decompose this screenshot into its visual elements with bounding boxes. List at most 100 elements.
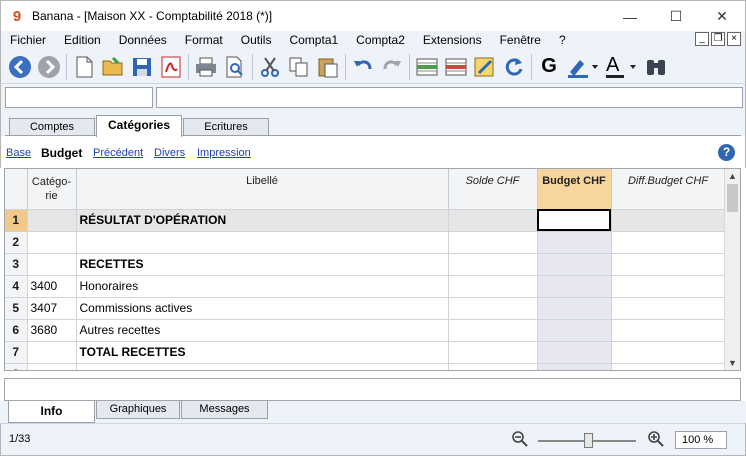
menu-compta1[interactable]: Compta1 [280, 31, 347, 50]
open-folder-icon[interactable] [100, 54, 126, 80]
close-button[interactable]: ✕ [699, 1, 745, 32]
column-header-solde[interactable]: Solde CHF [448, 169, 538, 210]
view-precedent[interactable]: Précédent [93, 147, 143, 159]
zoom-in-icon[interactable] [647, 430, 665, 451]
cell-libelle[interactable]: Honoraires [76, 275, 449, 298]
font-color-icon[interactable]: A [604, 54, 640, 80]
cell-diff-budget[interactable] [611, 297, 726, 320]
menu-fichier[interactable]: Fichier [1, 31, 55, 50]
cell-diff-budget[interactable] [611, 275, 726, 298]
view-budget[interactable]: Budget [41, 146, 82, 160]
cell-solde[interactable] [448, 319, 538, 342]
column-header-categorie[interactable]: Catégo-rie [27, 169, 77, 210]
tab-categories[interactable]: Catégories [96, 115, 182, 137]
cell-diff-budget[interactable] [611, 319, 726, 342]
cell-solde[interactable] [448, 253, 538, 276]
undo-icon[interactable] [350, 54, 376, 80]
cell-diff-budget[interactable] [611, 341, 726, 364]
cell-budget[interactable] [537, 319, 612, 342]
cell-budget-selected[interactable] [537, 209, 612, 232]
cell-categorie[interactable] [27, 253, 77, 276]
save-icon[interactable] [129, 54, 155, 80]
menu-outils[interactable]: Outils [232, 31, 281, 50]
cell-budget[interactable] [537, 231, 612, 254]
binoculars-icon[interactable] [643, 54, 669, 80]
cut-icon[interactable] [257, 54, 283, 80]
cell-diff-budget[interactable] [611, 253, 726, 276]
delete-rows-icon[interactable] [443, 54, 469, 80]
cell-budget[interactable] [537, 297, 612, 320]
cell-diff-budget[interactable] [611, 363, 726, 370]
bold-icon[interactable]: G [536, 54, 562, 80]
cell-diff-budget[interactable] [611, 209, 726, 232]
cell-libelle[interactable] [76, 231, 449, 254]
back-icon[interactable] [7, 54, 33, 80]
cell-categorie[interactable]: 3407 [27, 297, 77, 320]
tab-graphiques[interactable]: Graphiques [96, 401, 180, 419]
paste-icon[interactable] [315, 54, 341, 80]
mdi-restore-button[interactable]: ❐ [711, 32, 725, 46]
cell-budget[interactable] [537, 275, 612, 298]
record-icon[interactable] [472, 54, 498, 80]
cell-categorie[interactable] [27, 363, 77, 370]
menu-format[interactable]: Format [176, 31, 232, 50]
maximize-button[interactable]: ☐ [653, 1, 699, 32]
column-header-libelle[interactable]: Libellé [76, 169, 449, 210]
zoom-slider-thumb[interactable] [584, 433, 593, 448]
column-header-diff-budget[interactable]: Diff.Budget CHF [611, 169, 726, 210]
pdf-icon[interactable] [158, 54, 184, 80]
tab-ecritures[interactable]: Ecritures [183, 118, 269, 136]
scroll-up-icon[interactable]: ▲ [728, 171, 737, 181]
print-preview-icon[interactable] [222, 54, 248, 80]
tab-messages[interactable]: Messages [181, 401, 268, 419]
menu-fenetre[interactable]: Fenêtre [491, 31, 550, 50]
cell-solde[interactable] [448, 209, 538, 232]
cell-categorie[interactable]: 3680 [27, 319, 77, 342]
cell-categorie[interactable]: 3400 [27, 275, 77, 298]
cell-categorie[interactable] [27, 231, 77, 254]
cell-solde[interactable] [448, 341, 538, 364]
cell-solde[interactable] [448, 275, 538, 298]
cell-budget[interactable] [537, 253, 612, 276]
cell-libelle[interactable]: Autres recettes [76, 319, 449, 342]
table-row[interactable]: 5 3407 Commissions actives [5, 297, 726, 320]
tab-info[interactable]: Info [8, 401, 95, 423]
mdi-minimize-button[interactable]: _ [695, 32, 709, 46]
table-row[interactable]: 8 [5, 363, 726, 370]
menu-donnees[interactable]: Données [110, 31, 176, 50]
add-rows-icon[interactable] [414, 54, 440, 80]
view-impression[interactable]: Impression [197, 147, 251, 159]
recalculate-icon[interactable] [501, 54, 527, 80]
cell-categorie[interactable] [27, 341, 77, 364]
menu-help[interactable]: ? [550, 31, 575, 50]
vertical-scrollbar[interactable]: ▲ ▼ [724, 169, 740, 370]
highlight-icon[interactable] [565, 54, 601, 80]
forward-icon[interactable] [36, 54, 62, 80]
cell-reference-field[interactable] [5, 87, 153, 108]
copy-icon[interactable] [286, 54, 312, 80]
view-base[interactable]: Base [6, 147, 31, 159]
table-row[interactable]: 6 3680 Autres recettes [5, 319, 726, 342]
zoom-level-field[interactable]: 100 % [675, 431, 727, 449]
column-header-budget[interactable]: Budget CHF [537, 169, 612, 210]
table-row[interactable]: 4 3400 Honoraires [5, 275, 726, 298]
cell-budget[interactable] [537, 341, 612, 364]
cell-diff-budget[interactable] [611, 231, 726, 254]
cell-solde[interactable] [448, 363, 538, 370]
new-file-icon[interactable] [71, 54, 97, 80]
table-row[interactable]: 7 TOTAL RECETTES [5, 341, 726, 364]
view-divers[interactable]: Divers [154, 147, 185, 159]
cell-content-field[interactable] [156, 87, 743, 108]
cell-solde[interactable] [448, 297, 538, 320]
table-row[interactable]: 2 [5, 231, 726, 254]
scroll-thumb[interactable] [727, 184, 738, 212]
cell-libelle[interactable]: RECETTES [76, 253, 449, 276]
tab-comptes[interactable]: Comptes [9, 118, 95, 136]
cell-libelle[interactable] [76, 363, 449, 370]
print-icon[interactable] [193, 54, 219, 80]
cell-libelle[interactable]: TOTAL RECETTES [76, 341, 449, 364]
cell-budget[interactable] [537, 363, 612, 370]
cell-libelle[interactable]: Commissions actives [76, 297, 449, 320]
minimize-button[interactable]: — [607, 1, 653, 32]
cell-libelle[interactable]: RÉSULTAT D'OPÉRATION [76, 209, 449, 232]
